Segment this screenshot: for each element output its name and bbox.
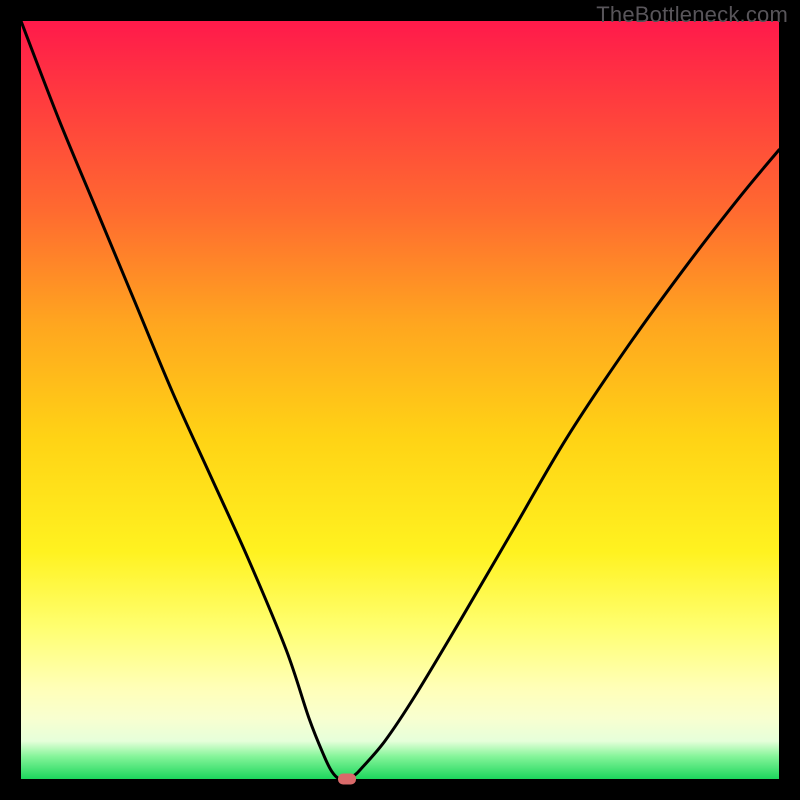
- line-curve: [21, 21, 779, 779]
- plot-area: [21, 21, 779, 779]
- minimum-marker: [338, 774, 356, 785]
- chart-frame: TheBottleneck.com: [0, 0, 800, 800]
- watermark-text: TheBottleneck.com: [596, 2, 788, 28]
